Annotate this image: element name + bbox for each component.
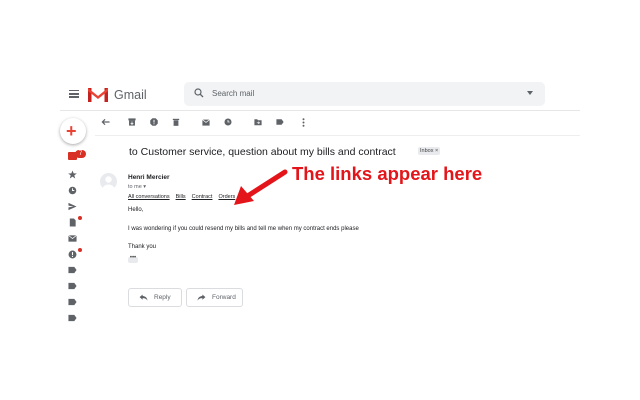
person-icon	[102, 176, 115, 190]
link-contract[interactable]: Contract	[192, 194, 213, 200]
search-icon[interactable]	[194, 88, 204, 98]
label-icon-3[interactable]	[68, 298, 77, 306]
delete-icon[interactable]	[172, 118, 180, 126]
label-icon-4[interactable]	[68, 314, 77, 322]
show-trimmed-content-button[interactable]: •••	[128, 255, 138, 263]
email-body: I was wondering if you could resend my b…	[128, 226, 359, 232]
forward-icon	[197, 294, 206, 301]
report-spam-icon[interactable]	[150, 118, 158, 126]
search-input[interactable]: Search mail	[212, 89, 254, 98]
unread-count-badge: 7	[75, 150, 86, 158]
more-options-icon[interactable]	[302, 118, 305, 127]
drafts-notification-dot	[78, 216, 82, 220]
star-icon[interactable]	[68, 170, 77, 179]
toolbar-divider	[95, 135, 580, 136]
reply-label: Reply	[154, 294, 171, 301]
snooze-icon[interactable]	[224, 118, 232, 126]
spam-icon[interactable]	[68, 250, 77, 259]
email-signoff: Thank you	[128, 244, 157, 250]
recipient-details[interactable]: to me ▾	[128, 184, 146, 190]
link-bills[interactable]: Bills	[176, 194, 186, 200]
search-options-icon[interactable]	[527, 91, 533, 95]
reply-button[interactable]: Reply	[128, 288, 182, 307]
compose-button[interactable]: +	[60, 118, 86, 144]
plus-icon: +	[66, 121, 77, 141]
app-title: Gmail	[114, 88, 147, 102]
forward-label: Forward	[212, 294, 236, 301]
snoozed-clock-icon[interactable]	[68, 186, 77, 195]
all-mail-icon[interactable]	[68, 234, 77, 243]
avatar	[100, 173, 117, 190]
reply-icon	[139, 294, 148, 301]
inbox-label-chip[interactable]: Inbox ×	[418, 147, 441, 155]
annotation-arrow-icon	[234, 169, 288, 205]
search-bar[interactable]: Search mail	[184, 82, 545, 106]
gmail-logo-icon	[88, 87, 108, 102]
back-arrow-icon[interactable]	[101, 118, 110, 126]
sender-name[interactable]: Henri Mercier	[128, 174, 170, 181]
annotation-caption: The links appear here	[292, 163, 483, 184]
email-subject: to Customer service, question about my b…	[129, 146, 396, 158]
link-all-conversations[interactable]: All conversations	[128, 194, 170, 200]
move-to-icon[interactable]	[254, 118, 262, 126]
email-greeting: Hello,	[128, 207, 144, 213]
archive-icon[interactable]	[128, 118, 136, 126]
forward-button[interactable]: Forward	[186, 288, 243, 307]
mark-unread-icon[interactable]	[202, 118, 210, 126]
label-icon-1[interactable]	[68, 266, 77, 274]
drafts-icon[interactable]	[68, 218, 77, 227]
labels-icon[interactable]	[276, 118, 284, 126]
sent-icon[interactable]	[68, 202, 77, 211]
header-divider	[60, 110, 580, 111]
spam-notification-dot	[78, 248, 82, 252]
main-menu-icon[interactable]	[69, 90, 79, 98]
label-icon-2[interactable]	[68, 282, 77, 290]
conversation-links: All conversations Bills Contract Orders	[128, 194, 241, 200]
